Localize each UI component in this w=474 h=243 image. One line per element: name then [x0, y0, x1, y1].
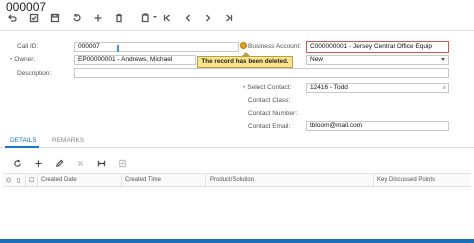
- call-id-field[interactable]: 000007: [74, 42, 239, 52]
- toolbar-divider: [0, 30, 474, 31]
- select-all-checkbox[interactable]: ☐: [29, 177, 34, 184]
- select-contact-label: Select Contact:: [243, 84, 291, 91]
- copy-paste-icon[interactable]: [139, 12, 152, 24]
- column-header-key-discussed-points[interactable]: Key Discussed Points: [377, 177, 435, 183]
- column-separator: [373, 175, 374, 186]
- active-tab-indicator: [5, 146, 39, 148]
- save-close-icon[interactable]: [27, 12, 40, 24]
- save-icon[interactable]: [48, 12, 61, 24]
- delete-row-icon[interactable]: [74, 157, 86, 169]
- contact-email-label: Contact Email:: [248, 123, 291, 130]
- contact-email-value: tbloom@mail.com: [310, 122, 363, 129]
- business-account-value: C000000001 - Jersey Central Office Equip: [310, 43, 433, 50]
- contact-class-label: Contact Class:: [248, 97, 291, 104]
- select-contact-value: 12416 - Todd: [310, 84, 348, 91]
- contact-number-label: Contact Number:: [248, 110, 298, 117]
- column-separator: [121, 175, 122, 186]
- delete-icon[interactable]: [112, 12, 125, 24]
- description-label: Description:: [17, 70, 52, 77]
- column-separator: [205, 175, 206, 186]
- status-value: New: [310, 56, 324, 63]
- tab-remarks[interactable]: REMARKS: [52, 137, 84, 144]
- call-id-label: Call ID:: [17, 43, 39, 50]
- error-indicator-icon: [240, 42, 247, 49]
- cancel-icon[interactable]: [70, 12, 83, 24]
- business-account-label: Business Account:: [248, 43, 302, 50]
- status-select[interactable]: New: [306, 55, 449, 65]
- business-account-field[interactable]: C000000001 - Jersey Central Office Equip: [306, 41, 449, 53]
- column-separator: [37, 175, 38, 186]
- error-tooltip: The record has been deleted.: [197, 52, 293, 68]
- chevron-down-icon[interactable]: [153, 15, 157, 19]
- fit-columns-icon[interactable]: [95, 157, 107, 169]
- contact-email-field[interactable]: tbloom@mail.com: [306, 121, 449, 131]
- call-id-value: 000007: [78, 43, 100, 50]
- owner-field[interactable]: EP00000001 - Andrews, Michael: [74, 55, 196, 65]
- add-row-icon[interactable]: [32, 157, 44, 169]
- undo-icon[interactable]: [5, 12, 18, 24]
- grid-header: ⌬ ▯ ☐ Created Date Created Time Product/…: [3, 173, 471, 187]
- main-toolbar: [0, 9, 474, 27]
- previous-icon[interactable]: [181, 12, 194, 24]
- add-icon[interactable]: [91, 12, 104, 24]
- next-icon[interactable]: [201, 12, 214, 24]
- search-icon[interactable]: ⌕: [443, 84, 446, 92]
- chevron-down-icon: [441, 58, 445, 61]
- last-icon[interactable]: [222, 12, 235, 24]
- refresh-icon[interactable]: [11, 157, 23, 169]
- export-icon[interactable]: [116, 157, 128, 169]
- owner-value: EP00000001 - Andrews, Michael: [78, 56, 173, 63]
- column-separator: [25, 175, 26, 186]
- column-header-created-time[interactable]: Created Time: [125, 177, 161, 183]
- edit-icon[interactable]: [53, 157, 65, 169]
- tab-bar: DETAILS REMARKS: [0, 133, 474, 148]
- row-icon-column: ⌬: [6, 178, 12, 184]
- description-field[interactable]: [74, 68, 449, 78]
- footer-bar: [0, 239, 474, 243]
- tab-details[interactable]: DETAILS: [10, 137, 37, 144]
- column-header-created-date[interactable]: Created Date: [41, 177, 77, 183]
- select-contact-field[interactable]: 12416 - Todd ⌕: [306, 83, 449, 93]
- column-header-product-solution[interactable]: Product/Solution: [210, 177, 254, 183]
- first-icon[interactable]: [160, 12, 173, 24]
- text-cursor: [117, 45, 119, 52]
- attachment-icon: ▯: [17, 178, 21, 184]
- owner-label: Owner:: [10, 56, 35, 63]
